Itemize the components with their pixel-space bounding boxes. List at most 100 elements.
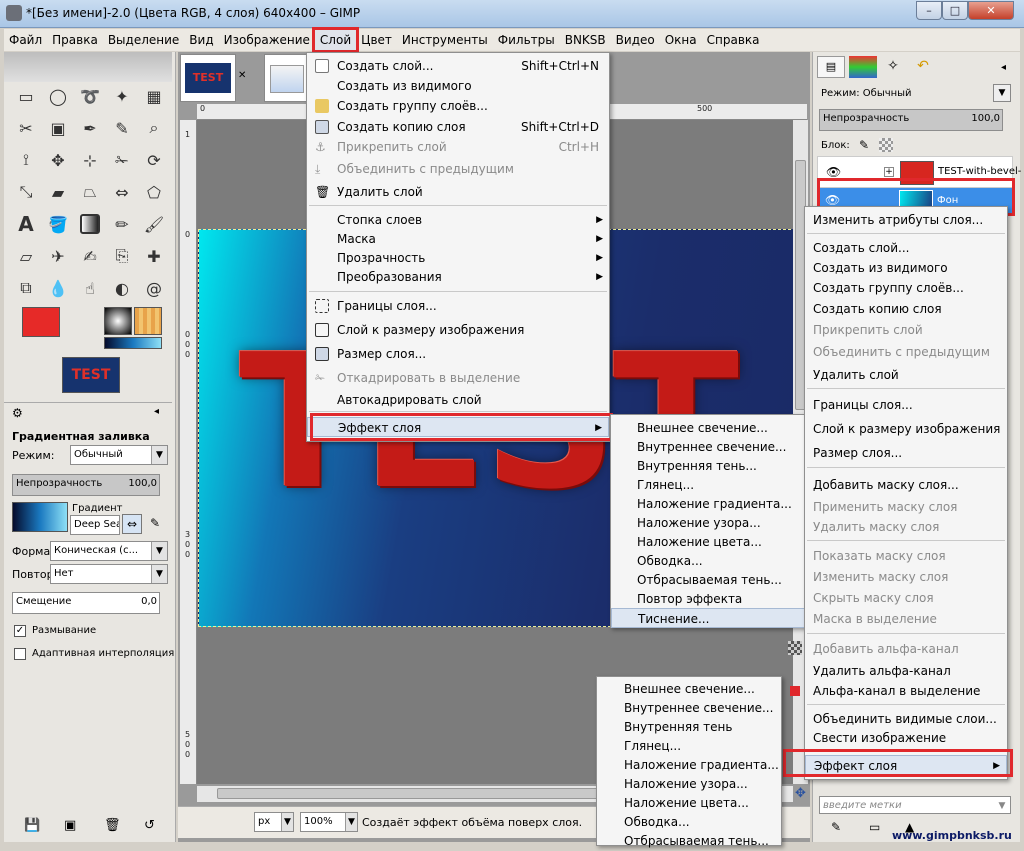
menu-item-transparency[interactable]: Прозрачность ▶: [307, 248, 609, 268]
cage-tool-icon[interactable]: ⬠: [140, 178, 168, 206]
crop-tool-icon[interactable]: ✁: [108, 146, 136, 174]
ink-tool-icon[interactable]: ✍: [76, 242, 104, 270]
free-select-tool-icon[interactable]: ➰: [76, 82, 104, 110]
warp-tool-icon[interactable]: @: [140, 274, 168, 302]
ctx-new-layer-group[interactable]: Создать группу слоёв...: [805, 278, 1007, 298]
menu-item-mask[interactable]: Маска ▶: [307, 229, 609, 249]
ctx-edit-layer-mask[interactable]: Изменить маску слоя: [805, 567, 1007, 587]
shear-tool-icon[interactable]: ▰: [44, 178, 72, 206]
close-button[interactable]: ✕: [968, 1, 1014, 20]
menu-item-stack[interactable]: Стопка слоев ▶: [307, 210, 609, 230]
ctx-add-alpha-channel[interactable]: Добавить альфа-канал: [805, 639, 1007, 659]
effect-color-overlay[interactable]: Наложение цвета...: [611, 532, 807, 552]
eye-icon[interactable]: 👁: [826, 165, 841, 179]
effect-inner-glow[interactable]: Внутреннее свечение...: [611, 437, 807, 457]
save-options-icon[interactable]: 💾: [24, 818, 40, 833]
blend-tool-icon[interactable]: [76, 210, 104, 238]
reset-options-icon[interactable]: ↺: [144, 818, 155, 833]
new-layer-group-icon[interactable]: ▭: [869, 820, 880, 834]
effect-stroke[interactable]: Обводка...: [611, 551, 807, 571]
edit-gradient-icon[interactable]: ✎: [150, 516, 160, 530]
menu-item-new-layer[interactable]: Создать слой... Shift+Ctrl+N: [307, 56, 609, 76]
foreground-select-tool-icon[interactable]: ▣: [44, 114, 72, 142]
ctx-delete-layer-mask[interactable]: Удалить маску слоя: [805, 517, 1007, 537]
ctx-mask-to-selection[interactable]: Маска в выделение: [805, 609, 1007, 629]
unit-dropdown[interactable]: px ▼: [254, 812, 294, 832]
menu-bnksb[interactable]: BNKSB: [560, 30, 611, 50]
menu-item-layer-to-image-size[interactable]: Слой к размеру изображения: [307, 320, 609, 340]
ctx-layer-to-image-size[interactable]: Слой к размеру изображения: [805, 419, 1007, 439]
image-tab-2[interactable]: [264, 54, 308, 102]
menu-file[interactable]: Файл: [4, 30, 47, 50]
blur-tool-icon[interactable]: 💧: [44, 274, 72, 302]
gradient-name-field[interactable]: Deep Sea: [70, 515, 120, 535]
menu-filters[interactable]: Фильтры: [493, 30, 560, 50]
offset-slider[interactable]: Смещение 0,0: [12, 592, 160, 614]
smudge-tool-icon[interactable]: ☝: [76, 274, 104, 302]
pencil-tool-icon[interactable]: ✏: [108, 210, 136, 238]
ctx-apply-layer-mask[interactable]: Применить маску слоя: [805, 497, 1007, 517]
effect-drop-shadow[interactable]: Отбрасываемая тень...: [611, 570, 807, 590]
chevron-down-icon[interactable]: ▼: [993, 84, 1011, 102]
opacity-slider[interactable]: Непрозрачность 100,0: [12, 474, 160, 496]
color-picker-tool-icon[interactable]: ✎: [108, 114, 136, 142]
close-icon[interactable]: ✕: [238, 70, 246, 81]
move-tool-icon[interactable]: ✥: [44, 146, 72, 174]
ctx-scale-layer[interactable]: Размер слоя...: [805, 443, 1007, 463]
align-tool-icon[interactable]: ⊹: [76, 146, 104, 174]
measure-tool-icon[interactable]: ⟟: [12, 146, 40, 174]
effect-pattern-overlay[interactable]: Наложение узора...: [611, 513, 807, 533]
rotate-tool-icon[interactable]: ⟳: [140, 146, 168, 174]
effect-inner-shadow[interactable]: Внутренняя тень...: [611, 456, 807, 476]
zoom-tool-icon[interactable]: ⌕: [140, 114, 168, 142]
lock-pixels-icon[interactable]: ✎: [859, 138, 869, 152]
menu-item-duplicate-layer[interactable]: Создать копию слоя Shift+Ctrl+D: [307, 117, 609, 137]
effect-stroke[interactable]: Обводка...: [597, 812, 781, 832]
clone-tool-icon[interactable]: ⎘: [108, 242, 136, 270]
effect-gradient-overlay[interactable]: Наложение градиента...: [597, 755, 781, 775]
tab-menu-icon[interactable]: ◂: [154, 406, 159, 417]
gradient-preview[interactable]: [104, 337, 162, 349]
minimize-button[interactable]: –: [916, 1, 942, 20]
flip-tool-icon[interactable]: ⇔: [108, 178, 136, 206]
dodge-burn-tool-icon[interactable]: ◐: [108, 274, 136, 302]
tags-input[interactable]: введите метки ▼: [819, 796, 1011, 814]
perspective-tool-icon[interactable]: ⏢: [76, 178, 104, 206]
menu-image[interactable]: Изображение: [219, 30, 315, 50]
bucket-fill-tool-icon[interactable]: 🪣: [44, 210, 72, 238]
menu-help[interactable]: Справка: [702, 30, 765, 50]
fuzzy-select-tool-icon[interactable]: ✦: [108, 82, 136, 110]
menu-item-new-from-visible[interactable]: Создать из видимого: [307, 76, 609, 96]
ctx-duplicate-layer[interactable]: Создать копию слоя: [805, 299, 1007, 319]
image-tab-1[interactable]: TEST: [180, 54, 236, 102]
channels-tab-icon[interactable]: [849, 56, 877, 78]
menu-video[interactable]: Видео: [611, 30, 660, 50]
layer-row-test[interactable]: 👁 + TEST-with-bevel-: [817, 156, 1021, 188]
heal-tool-icon[interactable]: ✚: [140, 242, 168, 270]
undo-history-tab-icon[interactable]: ↶: [909, 56, 937, 78]
effect-inner-shadow[interactable]: Внутренняя тень: [597, 717, 781, 737]
expand-icon[interactable]: +: [884, 167, 894, 177]
layers-tab-icon[interactable]: ▤: [817, 56, 845, 78]
ctx-new-layer[interactable]: Создать слой...: [805, 238, 1007, 258]
tool-options-tab-icon[interactable]: ⚙: [12, 406, 23, 420]
navigate-icon[interactable]: ✥: [793, 786, 808, 802]
menu-item-anchor-layer[interactable]: ⚓ Прикрепить слой Ctrl+H: [307, 137, 609, 157]
ctx-edit-layer-attributes[interactable]: Изменить атрибуты слоя...: [805, 210, 1007, 230]
ctx-show-layer-mask[interactable]: Показать маску слоя: [805, 546, 1007, 566]
ctx-anchor-layer[interactable]: Прикрепить слой: [805, 320, 1007, 340]
adaptive-checkbox[interactable]: [14, 648, 26, 660]
ctx-layer-effect[interactable]: Эффект слоя ▶: [805, 755, 1007, 775]
menu-item-merge-down[interactable]: ⤓ Объединить с предыдущим: [307, 159, 609, 179]
ctx-layer-boundary[interactable]: Границы слоя...: [805, 395, 1007, 415]
layer-opacity-slider[interactable]: Непрозрачность 100,0: [819, 109, 1003, 131]
dock-menu-icon[interactable]: ◂: [1001, 62, 1006, 73]
menu-item-scale-layer[interactable]: Размер слоя...: [307, 344, 609, 364]
scale-tool-icon[interactable]: ⤡: [12, 178, 40, 206]
shape-dropdown[interactable]: Коническая (с... ▼: [50, 541, 168, 561]
menu-view[interactable]: Вид: [184, 30, 218, 50]
mode-dropdown[interactable]: Обычный ▼: [70, 445, 168, 465]
brush-preview[interactable]: [104, 307, 132, 335]
effect-bevel-emboss[interactable]: Тиснение...: [611, 608, 807, 628]
effect-pattern-overlay[interactable]: Наложение узора...: [597, 774, 781, 794]
